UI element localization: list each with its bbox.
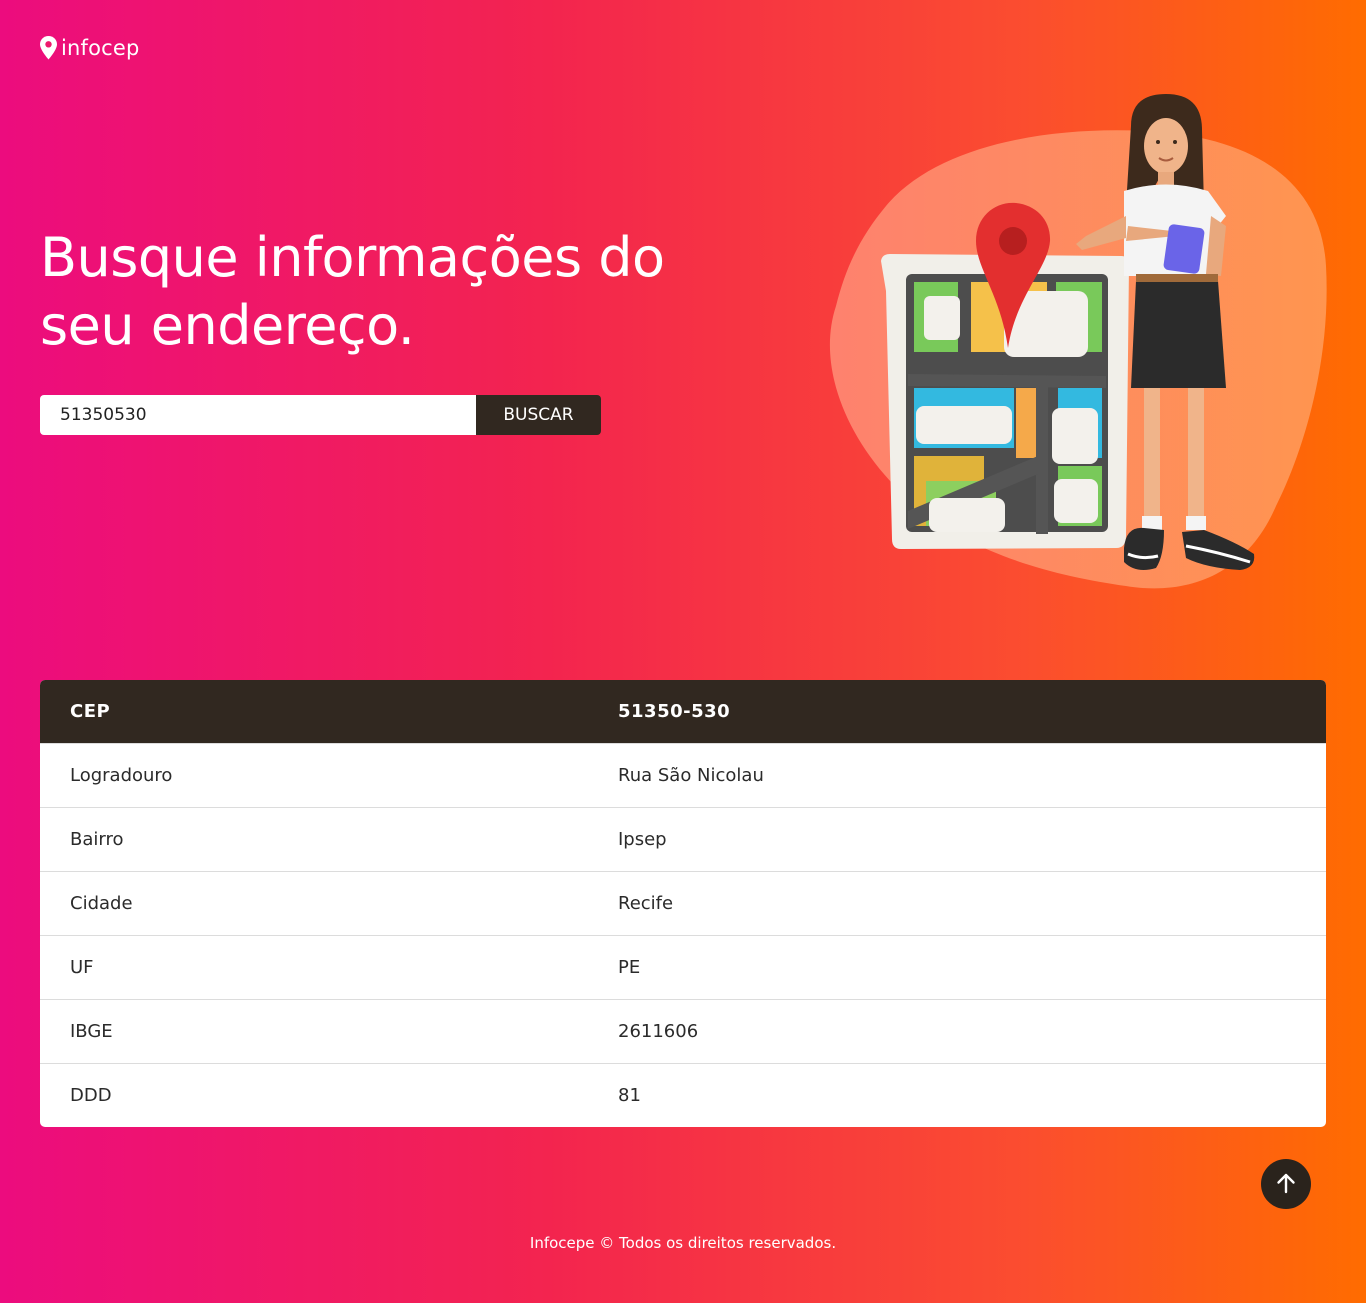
hero-title-line-1: Busque informações do bbox=[40, 226, 665, 289]
row-key: DDD bbox=[70, 1085, 112, 1106]
table-header-row: CEP 51350-530 bbox=[40, 680, 1326, 743]
row-key: Cidade bbox=[70, 893, 133, 914]
footer-copyright: Infocepe © Todos os direitos reservados. bbox=[529, 1234, 837, 1252]
back-to-top-button[interactable] bbox=[1261, 1159, 1311, 1209]
row-value: Recife bbox=[618, 893, 674, 914]
arrow-up-icon bbox=[1274, 1171, 1298, 1198]
row-key: IBGE bbox=[70, 1021, 113, 1042]
row-value: Rua São Nicolau bbox=[618, 765, 764, 786]
cep-search-form: BUSCAR bbox=[40, 395, 601, 435]
address-result-table: CEP 51350-530 Logradouro Rua São Nicolau… bbox=[40, 680, 1326, 1127]
logo-text: infocep bbox=[61, 36, 140, 60]
row-value: Ipsep bbox=[618, 829, 667, 850]
row-value: 2611606 bbox=[618, 1021, 699, 1042]
table-row-logradouro: Logradouro Rua São Nicolau bbox=[40, 743, 1326, 807]
table-row-cidade: Cidade Recife bbox=[40, 871, 1326, 935]
hero-title-line-2: seu endereço. bbox=[40, 294, 415, 357]
table-row-ibge: IBGE 2611606 bbox=[40, 999, 1326, 1063]
row-key: Logradouro bbox=[70, 765, 173, 786]
header-key-cell: CEP bbox=[70, 701, 111, 722]
table-row-uf: UF PE bbox=[40, 935, 1326, 999]
table-row-ddd: DDD 81 bbox=[40, 1063, 1326, 1127]
row-value: PE bbox=[618, 957, 641, 978]
search-button[interactable]: BUSCAR bbox=[476, 395, 601, 435]
logo-link[interactable]: infocep bbox=[40, 36, 140, 60]
map-pin-icon bbox=[40, 36, 57, 60]
row-key: Bairro bbox=[70, 829, 124, 850]
row-key: UF bbox=[70, 957, 94, 978]
header-value-cell: 51350-530 bbox=[618, 701, 731, 722]
woman-with-map-illustration bbox=[826, 86, 1336, 596]
row-value: 81 bbox=[618, 1085, 641, 1106]
table-row-bairro: Bairro Ipsep bbox=[40, 807, 1326, 871]
cep-input[interactable] bbox=[40, 395, 476, 435]
hero-title: Busque informações do seu endereço. bbox=[40, 224, 740, 360]
